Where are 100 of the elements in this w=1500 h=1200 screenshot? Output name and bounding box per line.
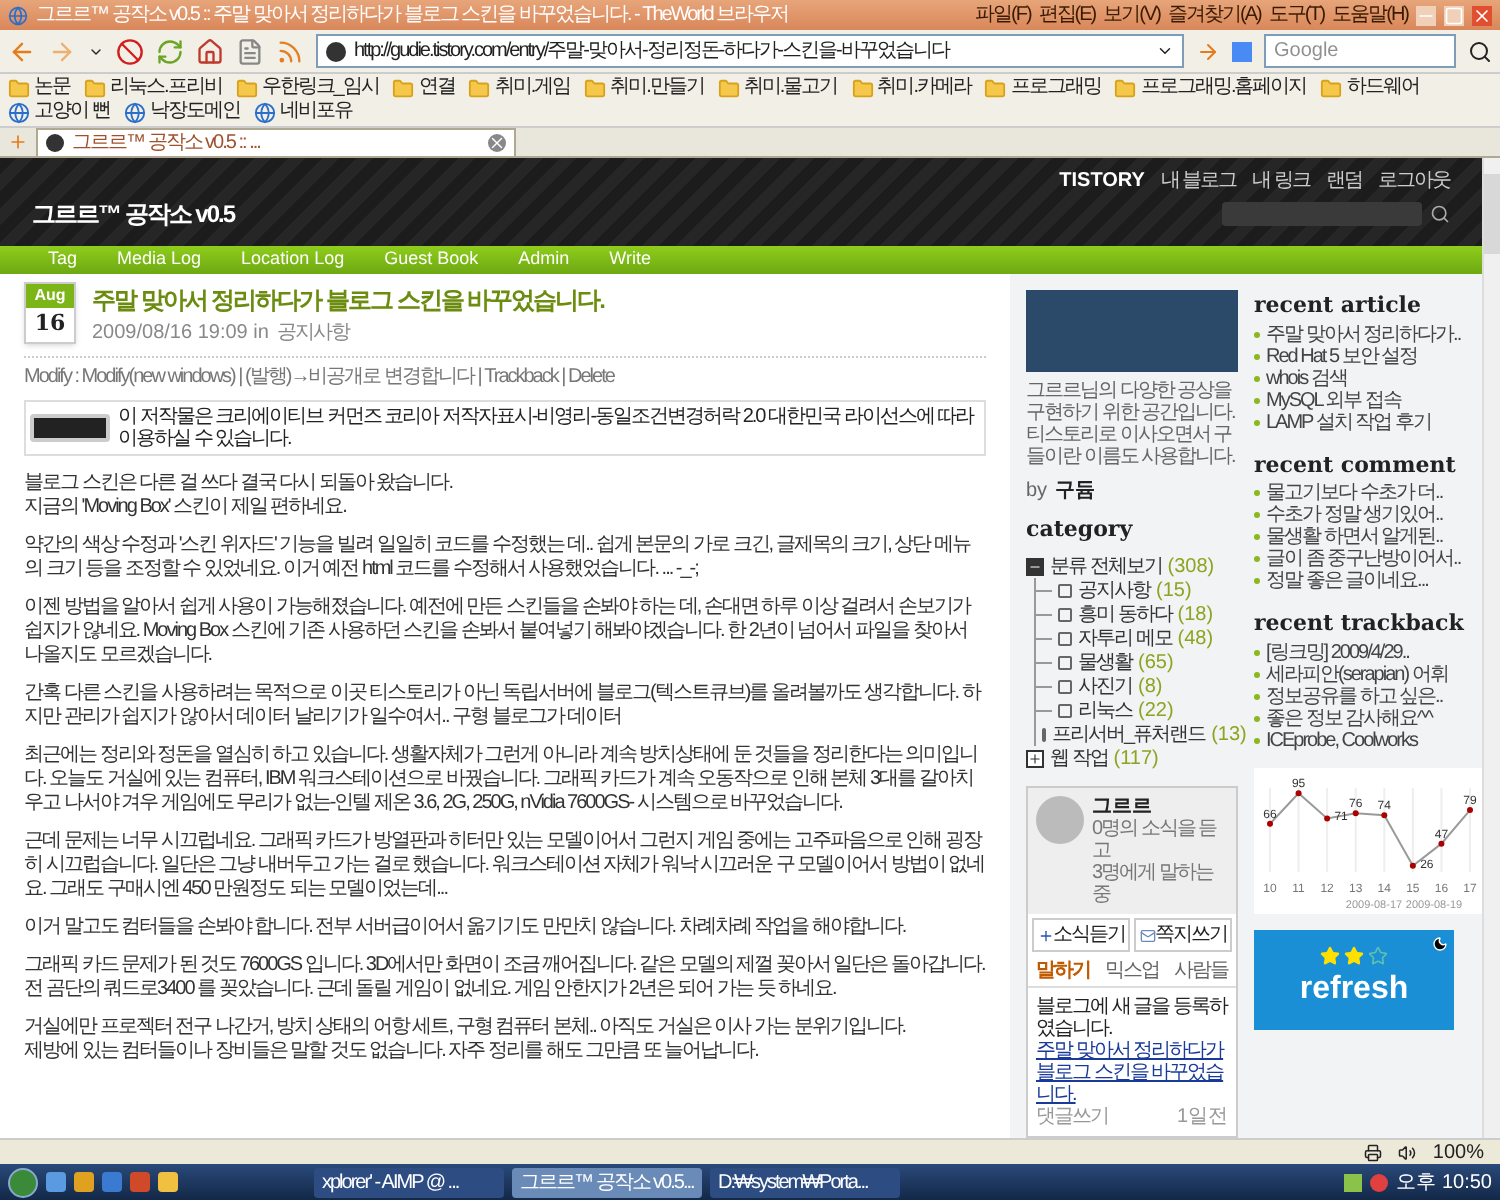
close-tab-icon[interactable] [488, 134, 506, 152]
start-button[interactable] [8, 1167, 38, 1197]
folder-icon [1114, 77, 1137, 99]
post-paragraph: 근데 문제는 너무 시끄럽네요. 그래픽 카드가 방열판과 히터만 있는 모델이어서 그런지 게임 중에는 고주파음으로 인해 굉장히 시끄럽습니다. 일단은 그냥 내버두고 가는 걸로 했습니다. 워크스테이션 자체가 워낙 시끄러운 구 모델이어서 방법이 없네요. 그래도 구매시엔 450 만원정도 되는 모델이었는데... [24, 830, 986, 902]
stop-icon[interactable] [116, 37, 144, 65]
forward-icon[interactable] [48, 37, 76, 65]
account-link[interactable]: 로그아웃 [1378, 166, 1450, 196]
followers-count: 3명에게 말하는 중 [1092, 862, 1216, 906]
search-icon[interactable] [1430, 204, 1450, 224]
sidebar-link[interactable]: 세라피안(serapian) 어휘 [1266, 663, 1448, 685]
account-link[interactable]: 내 링크 [1252, 166, 1310, 196]
sidebar-link[interactable]: 글이 좀 중구난방이어서.. [1266, 548, 1461, 570]
sidebar-link[interactable]: 정말 좋은 글이네요... [1266, 570, 1428, 592]
browser-tab[interactable]: 그르르™ 공작소 v0.5 :: ... [36, 128, 516, 156]
dropdown-icon[interactable] [1156, 42, 1174, 60]
post-link[interactable]: 주말 맞아서 정리하다가 블로그 스킨을 바꾸었습니다. [1036, 1040, 1228, 1106]
account-link[interactable]: 랜덤 [1326, 166, 1362, 196]
maximize-icon[interactable] [1444, 5, 1464, 25]
sidebar-link[interactable]: Red Hat 5 보안 설정 [1266, 345, 1418, 367]
avatar-placeholder [1036, 796, 1084, 844]
bookmark-link[interactable]: 취미.물고기 [743, 76, 838, 100]
bullet-icon [1254, 578, 1260, 584]
close-icon[interactable] [1472, 5, 1492, 25]
search-icon[interactable] [1468, 39, 1492, 63]
post-paragraph: 거실에만 프로젝터 전구 나간거, 방치 상태의 어항 세트, 구형 컴퓨터 본체.. 아직도 거실은 이사 가는 분위기입니다. 제방에 있는 컴터들이나 장비들은 말할 것도 없습니다. 자주 정리를 해도 그만큼 또 늘어납니다. [24, 1016, 908, 1064]
bookmark-link[interactable]: 우한링크_임시 [261, 76, 379, 100]
page-icon[interactable] [236, 37, 264, 65]
sidebar-link[interactable]: [링크밍] 2009/4/29.. [1266, 641, 1409, 663]
sidebar-link[interactable]: 물생활 하면서 알게된.. [1266, 526, 1443, 548]
menu-item[interactable]: 도구(T) [1268, 0, 1325, 30]
category-link[interactable]: 사진기 [1078, 671, 1132, 701]
account-link[interactable]: 내 블로그 [1160, 166, 1237, 196]
category-link[interactable]: 흥미 동하다 [1078, 599, 1172, 629]
data-point [1467, 806, 1473, 813]
star-icon [1368, 945, 1388, 965]
task-button[interactable]: xplorer' - AIMP @ ... [314, 1167, 504, 1197]
sidebar-link[interactable]: 수초가 정말 생기있어.. [1266, 504, 1443, 526]
sidebar-link[interactable]: 주말 맞아서 정리하다가.. [1266, 323, 1461, 345]
address-field[interactable]: http://gudie.tistory.com/entry/주말-맞아서-정리정돈-하다가-스킨을-바꾸었습니다 [316, 34, 1184, 68]
sidebar-link[interactable]: whois 검색 [1266, 367, 1347, 389]
menu-item[interactable]: 파일(F) [975, 0, 1031, 30]
sidebar-link[interactable]: MySQL 외부 접속 [1266, 389, 1402, 411]
follow-button[interactable]: 소식듣기 [1032, 918, 1130, 952]
post-count: (15) [1156, 577, 1192, 605]
sidebar-link[interactable]: 물고기보다 수초가 더.. [1266, 482, 1443, 504]
scrollbar[interactable] [1482, 158, 1500, 1138]
menu-item[interactable]: 즐겨찾기(A) [1167, 0, 1261, 30]
bookmark-link[interactable]: 리눅스.프리비 [110, 76, 222, 100]
bookmark-link[interactable]: 고양이 뻔 [34, 100, 110, 124]
author-link[interactable]: 구듐 [1055, 475, 1096, 505]
sidebar-link[interactable]: LAMP 설치 작업 후기 [1266, 411, 1431, 433]
minimize-icon[interactable] [1416, 5, 1436, 25]
profile-tab[interactable]: 사람들 [1174, 956, 1229, 986]
tistory-logo[interactable]: TISTORY [1059, 166, 1145, 196]
category-link[interactable]: 공지사항 [1078, 575, 1150, 605]
collapse-icon[interactable] [1026, 557, 1044, 575]
bookmark-link[interactable]: 취미.게임 [494, 76, 571, 100]
profile-tab[interactable]: 말하기 [1035, 956, 1090, 986]
message-button[interactable]: 쪽지쓰기 [1134, 918, 1232, 952]
home-icon[interactable] [196, 37, 224, 65]
profile-tab[interactable]: 믹스업 [1104, 956, 1159, 986]
data-point [1381, 811, 1388, 818]
folder-icon [851, 77, 874, 99]
printer-icon[interactable] [1364, 1143, 1383, 1161]
bookmark-link[interactable]: 연결 [418, 76, 455, 100]
task-button[interactable]: 그르르™ 공작소 v0.5... [512, 1167, 702, 1197]
bookmark-link[interactable]: 논문 [34, 76, 70, 100]
blog-search-field[interactable] [1222, 202, 1422, 226]
back-icon[interactable] [8, 37, 36, 65]
post-actions: Modify : Modify(new windows) | (발행)→비공개로 변경합니다 | Trackback | Delete [24, 366, 614, 388]
bookmark-link[interactable]: 낙장도메인 [149, 100, 240, 124]
zoom-level[interactable]: 100% [1432, 1137, 1484, 1167]
bullet-icon [1254, 649, 1260, 655]
category-link[interactable]: 물생활 [1078, 647, 1132, 677]
search-field[interactable]: Google [1264, 34, 1456, 68]
sidebar-link[interactable]: 정보공유를 하고 싶은.. [1266, 685, 1443, 707]
refresh-icon[interactable] [156, 37, 184, 65]
go-icon[interactable] [1196, 39, 1220, 63]
bookmark-link[interactable]: 하드웨어 [1346, 76, 1419, 100]
category-link[interactable]: 분류 전체보기 [1050, 551, 1162, 581]
bookmark-link[interactable]: 프로그래밍 [1010, 76, 1101, 100]
sidebar-link[interactable]: 좋은 정보 감사해요^^ [1266, 707, 1432, 729]
task-button[interactable]: D:₩system₩Porta... [710, 1167, 900, 1197]
expand-icon[interactable] [1026, 749, 1044, 767]
category-link[interactable]: 공지사항 [276, 318, 349, 348]
sidebar-link[interactable]: ICEprobe, Coolworks [1266, 729, 1417, 751]
category-link[interactable]: 프리서버_퓨처랜드 [1052, 719, 1206, 749]
bookmark-link[interactable]: 네비포유 [279, 100, 352, 124]
speaker-icon[interactable] [1398, 1143, 1417, 1161]
menu-item[interactable]: 편집(E) [1038, 0, 1096, 30]
category-link[interactable]: 리눅스 [1078, 695, 1132, 725]
menu-item[interactable]: 보기(V) [1103, 0, 1160, 30]
feed-icon[interactable] [276, 37, 304, 65]
category-link[interactable]: 웹 작업 [1050, 743, 1108, 773]
menu-item[interactable]: 도움말(H) [1332, 0, 1408, 30]
bookmark-link[interactable]: 취미.만들기 [610, 76, 704, 100]
bookmark-link[interactable]: 프로그래밍.홈페이지 [1140, 76, 1307, 100]
new-tab-icon[interactable] [8, 132, 28, 152]
category-link[interactable]: 자투리 메모 [1078, 623, 1172, 653]
bookmark-link[interactable]: 취미.카메라 [877, 76, 971, 100]
